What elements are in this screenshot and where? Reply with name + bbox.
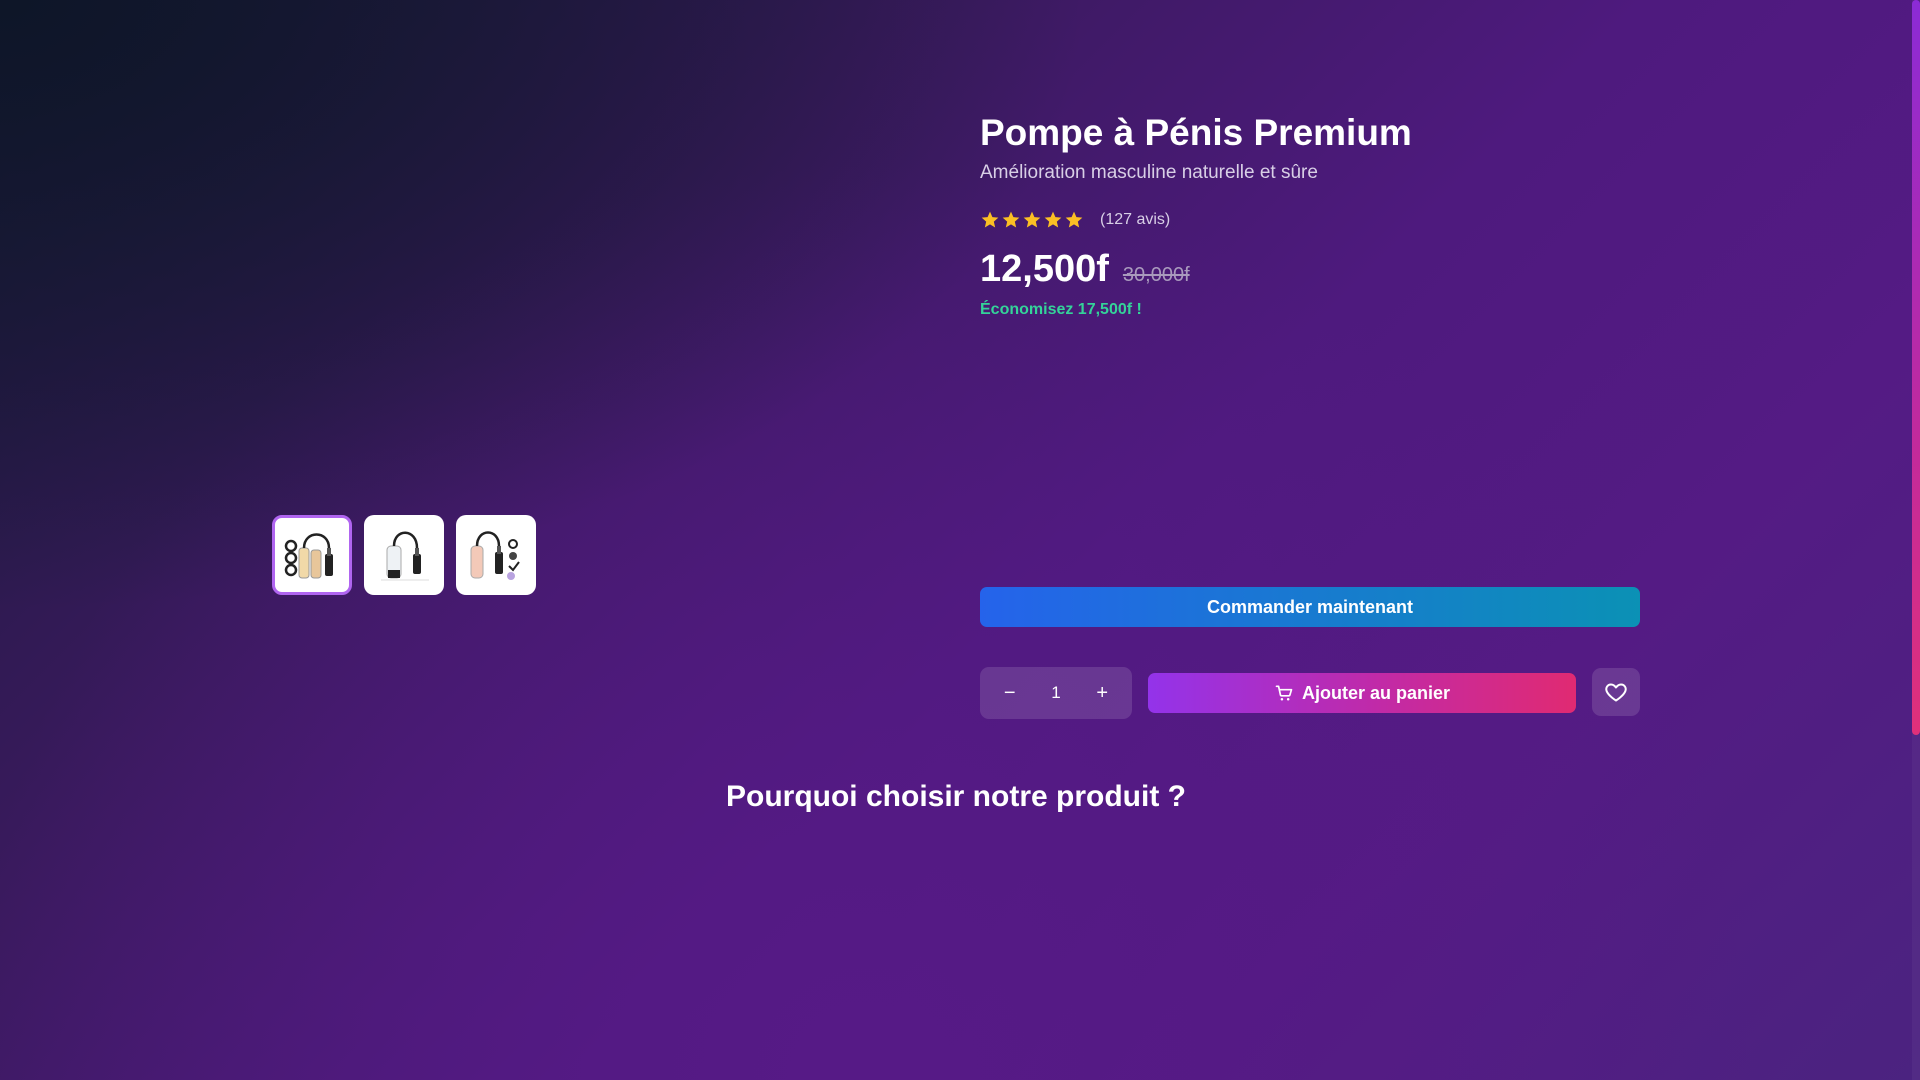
savings-label: Économisez 17,500f ! [980,301,1142,318]
scrollbar-track[interactable] [1912,0,1920,1080]
product-image-2 [381,531,429,581]
scrollbar-thumb[interactable] [1912,0,1920,735]
original-price: 30,000f [1122,264,1190,286]
star-icon [1044,211,1062,228]
add-to-cart-label: Ajouter au panier [1301,682,1451,703]
product-title: Pompe à Pénis Premium [980,112,1412,153]
quantity-value[interactable]: 1 [1051,683,1060,703]
review-count[interactable]: (127 avis) [1100,211,1170,229]
product-rating: (127 avis) [980,210,1640,230]
star-icon [1065,211,1083,228]
product-image-1 [284,533,333,579]
current-price: 12,500f [980,248,1109,290]
star-icon [981,211,999,228]
thumbnail-3[interactable] [456,515,536,595]
star-rating [980,210,1084,230]
order-now-button[interactable]: Commander maintenant [980,587,1640,627]
decrement-button[interactable]: − [992,675,1028,711]
thumbnail-gallery [272,515,536,595]
why-choose-heading-text: Pourquoi choisir notre produit ? [726,780,1186,813]
add-to-cart-button[interactable]: Ajouter au panier [1148,673,1576,713]
product-info: Pompe à Pénis Premium Amélioration mascu… [980,110,1640,319]
star-icon [1002,211,1020,228]
why-choose-heading: Pourquoi choisir notre produit ? [0,780,1912,814]
thumbnail-1[interactable] [272,515,352,595]
cart-icon [1275,685,1293,701]
wishlist-button[interactable] [1592,668,1640,716]
star-icon [1023,211,1041,228]
heart-icon [1605,683,1627,702]
thumbnail-2[interactable] [364,515,444,595]
product-subtitle: Amélioration masculine naturelle et sûre [980,162,1318,183]
product-image-3 [470,531,520,580]
price-row: 12,500f 30,000f [980,248,1640,291]
increment-button[interactable]: + [1084,675,1120,711]
quantity-stepper: − 1 + [980,667,1132,719]
